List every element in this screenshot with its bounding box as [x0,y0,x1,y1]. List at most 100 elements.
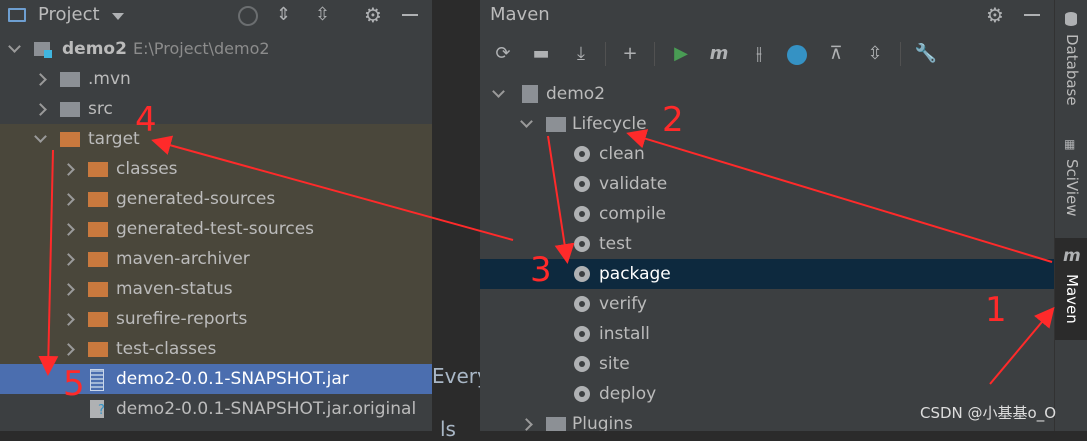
chevron-down-icon[interactable] [520,109,532,139]
toolbar-separator [605,42,606,66]
maven-m-icon: m [1063,246,1081,266]
chevron-down-icon[interactable] [112,13,124,20]
tree-row-classes[interactable]: classes [0,154,432,184]
run-icon[interactable]: ▶ [667,40,695,68]
tree-row-generated-test-sources[interactable]: generated-test-sources [0,214,432,244]
toolbar-separator [900,42,901,66]
tree-row-surefire-reports[interactable]: surefire-reports [0,304,432,334]
lifecycle-phase-verify[interactable]: verify [480,289,1054,319]
chevron-down-icon[interactable] [8,34,20,64]
collapse-all-icon[interactable]: ⇳ [861,40,889,68]
download-icon[interactable]: ⤓ [567,40,595,68]
tree-row-maven-archiver[interactable]: maven-archiver [0,244,432,274]
phase-label: package [599,264,671,284]
database-icon [1065,12,1077,26]
chevron-right-icon[interactable] [62,154,74,184]
minimize-icon[interactable] [402,14,418,16]
chevron-right-icon[interactable] [62,304,74,334]
folder-icon [88,162,108,177]
module-badge-icon [44,50,52,58]
tree-row-label: demo2-0.0.1-SNAPSHOT.jar [116,369,349,389]
gear-icon[interactable]: ⚙ [364,3,382,27]
lifecycle-phase-site[interactable]: site [480,349,1054,379]
chevron-right-icon[interactable] [62,214,74,244]
editor-text-fragment-2: ls [440,417,456,441]
generate-sources-icon[interactable]: ▬ [527,40,555,68]
plugins-label: Plugins [572,414,633,431]
jar-icon [90,369,104,391]
lifecycle-phase-compile[interactable]: compile [480,199,1054,229]
tree-row-label: generated-test-sources [116,219,315,239]
execute-goal-icon[interactable]: m [705,40,733,68]
chevron-down-icon[interactable] [492,79,504,109]
project-panel-title[interactable]: Project [38,4,100,25]
skip-tests-icon[interactable] [787,45,807,65]
database-tab[interactable]: Database [1055,0,1087,122]
tree-row-label: demo2-0.0.1-SNAPSHOT.jar.original [116,399,417,419]
folder-icon [60,102,80,117]
maven-tree-lifecycle[interactable]: Lifecycle [480,109,1054,139]
tree-row-label: generated-sources [116,189,276,209]
chevron-right-icon[interactable] [62,334,74,364]
tree-row-mvn[interactable]: .mvn [0,64,432,94]
tree-row-label: src [88,99,113,119]
folder-icon [60,132,80,147]
annotation-2: 2 [662,100,684,140]
tree-row-test-classes[interactable]: test-classes [0,334,432,364]
lifecycle-phase-test[interactable]: test [480,229,1054,259]
lifecycle-folder-icon [546,117,566,132]
chevron-right-icon[interactable] [34,64,46,94]
lifecycle-label: Lifecycle [572,114,647,134]
phase-label: site [599,354,630,374]
chevron-down-icon[interactable] [34,124,46,154]
collapse-all-icon[interactable]: ⇳ [315,4,330,25]
phase-label: verify [599,294,647,314]
tree-row-demo2[interactable]: demo2 E:\Project\demo2 [0,34,432,64]
watermark: CSDN @小基基o_O [920,404,1057,422]
lifecycle-phase-validate[interactable]: validate [480,169,1054,199]
tree-row-maven-status[interactable]: maven-status [0,274,432,304]
lifecycle-phase-package[interactable]: package [480,259,1054,289]
tree-row-label: .mvn [88,69,131,89]
maven-tab[interactable]: m Maven [1055,238,1087,340]
wrench-icon[interactable]: 🔧 [912,40,940,68]
phase-label: deploy [599,384,657,404]
gear-icon [574,206,590,222]
maven-tree-root[interactable]: demo2 [480,79,1054,109]
folder-icon [60,72,80,87]
chevron-right-icon[interactable] [62,184,74,214]
sciview-tab[interactable]: ▦ SciView [1055,125,1087,225]
chevron-right-icon[interactable] [520,409,532,431]
tree-row-label: test-classes [116,339,217,359]
chevron-right-icon[interactable] [34,94,46,124]
tree-row-label: target [88,129,140,149]
chevron-right-icon[interactable] [62,244,74,274]
tree-row-label: maven-archiver [116,249,250,269]
gear-icon [574,266,590,282]
chevron-right-icon[interactable] [62,274,74,304]
tree-row-generated-sources[interactable]: generated-sources [0,184,432,214]
gear-icon [574,356,590,372]
maven-panel: Maven ⚙ ⟳ ▬ ⤓ + ▶ m ⫲ ⊼ ⇳ 🔧 demo2 Lifecy… [480,0,1054,431]
tree-row-label: demo2 [62,39,127,59]
plugins-folder-icon [546,417,566,431]
gear-icon[interactable]: ⚙ [986,3,1004,27]
folder-icon [88,222,108,237]
annotation-4: 4 [135,100,157,140]
expand-all-icon[interactable]: ⇕ [276,4,291,25]
reload-icon[interactable]: ⟳ [489,40,517,68]
phase-label: install [599,324,650,344]
minimize-icon[interactable] [1024,14,1040,16]
tree-row-src[interactable]: src [0,94,432,124]
maven-module-icon [522,85,538,103]
show-dependencies-icon[interactable]: ⊼ [822,40,850,68]
lifecycle-phase-install[interactable]: install [480,319,1054,349]
add-icon[interactable]: + [616,40,644,68]
gear-icon [574,296,590,312]
tree-row-target[interactable]: target [0,124,432,154]
folder-icon [88,252,108,267]
locate-icon[interactable] [238,6,258,26]
toggle-offline-icon[interactable]: ⫲ [745,40,773,68]
lifecycle-phase-clean[interactable]: clean [480,139,1054,169]
gear-icon [574,236,590,252]
